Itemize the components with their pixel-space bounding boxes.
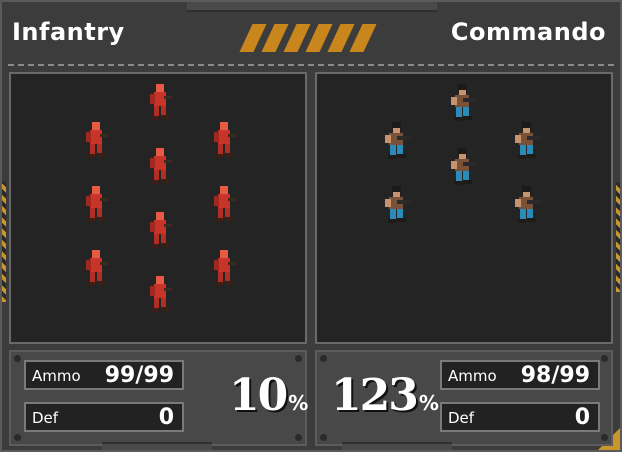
percent-sign: % <box>288 391 309 415</box>
commando-unit <box>515 122 541 159</box>
infantry-unit <box>86 250 108 286</box>
attacker-name: Infantry <box>12 18 125 46</box>
header-divider <box>8 64 614 66</box>
rivet <box>320 355 327 362</box>
damage-number: 10 <box>229 370 288 421</box>
attacker-ammo-row: Ammo 99/99 <box>24 360 184 390</box>
def-label: Def <box>448 409 475 427</box>
left-hazard-edge <box>2 182 6 302</box>
attacker-stats: Ammo 99/99 Def 0 10% <box>9 350 308 446</box>
infantry-unit <box>214 122 236 158</box>
infantry-unit <box>150 148 172 184</box>
defender-ammo-row: Ammo 98/99 <box>440 360 600 390</box>
infantry-unit <box>214 250 236 286</box>
defender-squad <box>385 84 541 223</box>
infantry-unit <box>214 186 236 222</box>
commando-unit <box>385 186 411 223</box>
commando-unit <box>385 122 411 159</box>
commando-unit <box>515 186 541 223</box>
damage-number: 123 <box>331 370 419 421</box>
def-label: Def <box>32 409 59 427</box>
rivet <box>601 434 608 441</box>
right-hazard-edge <box>616 182 620 292</box>
defender-unit-panel <box>315 72 613 344</box>
rivet <box>14 355 21 362</box>
attacker-unit-panel <box>9 72 307 344</box>
ammo-label: Ammo <box>32 367 81 385</box>
rivet <box>601 355 608 362</box>
vs-stripes-icon <box>236 24 386 52</box>
rivet <box>14 434 21 441</box>
infantry-unit <box>150 276 172 312</box>
bottom-tab <box>102 442 212 450</box>
infantry-unit <box>150 84 172 120</box>
attacker-damage-percent: 10% <box>229 370 308 421</box>
infantry-unit <box>86 122 108 158</box>
commando-unit <box>451 84 477 121</box>
infantry-unit <box>150 212 172 248</box>
rivet <box>295 355 302 362</box>
def-value: 0 <box>574 405 590 430</box>
rivet <box>320 434 327 441</box>
rivet <box>295 434 302 441</box>
ammo-value: 98/99 <box>520 363 590 388</box>
attacker-squad <box>86 84 236 312</box>
defender-name: Commando <box>450 18 606 46</box>
infantry-unit <box>86 186 108 222</box>
attacker-def-row: Def 0 <box>24 402 184 432</box>
bottom-tab <box>342 442 452 450</box>
ammo-label: Ammo <box>448 367 497 385</box>
defender-def-row: Def 0 <box>440 402 600 432</box>
def-value: 0 <box>158 405 174 430</box>
ammo-value: 99/99 <box>104 363 174 388</box>
defender-damage-percent: 123% <box>331 370 439 421</box>
percent-sign: % <box>418 391 439 415</box>
commando-unit <box>451 148 477 185</box>
defender-stats: 123% Ammo 98/99 Def 0 <box>315 350 613 446</box>
battle-forecast-window: Infantry Commando Ammo 99/99 Def 0 10 % … <box>0 0 622 452</box>
top-tab <box>187 2 437 12</box>
